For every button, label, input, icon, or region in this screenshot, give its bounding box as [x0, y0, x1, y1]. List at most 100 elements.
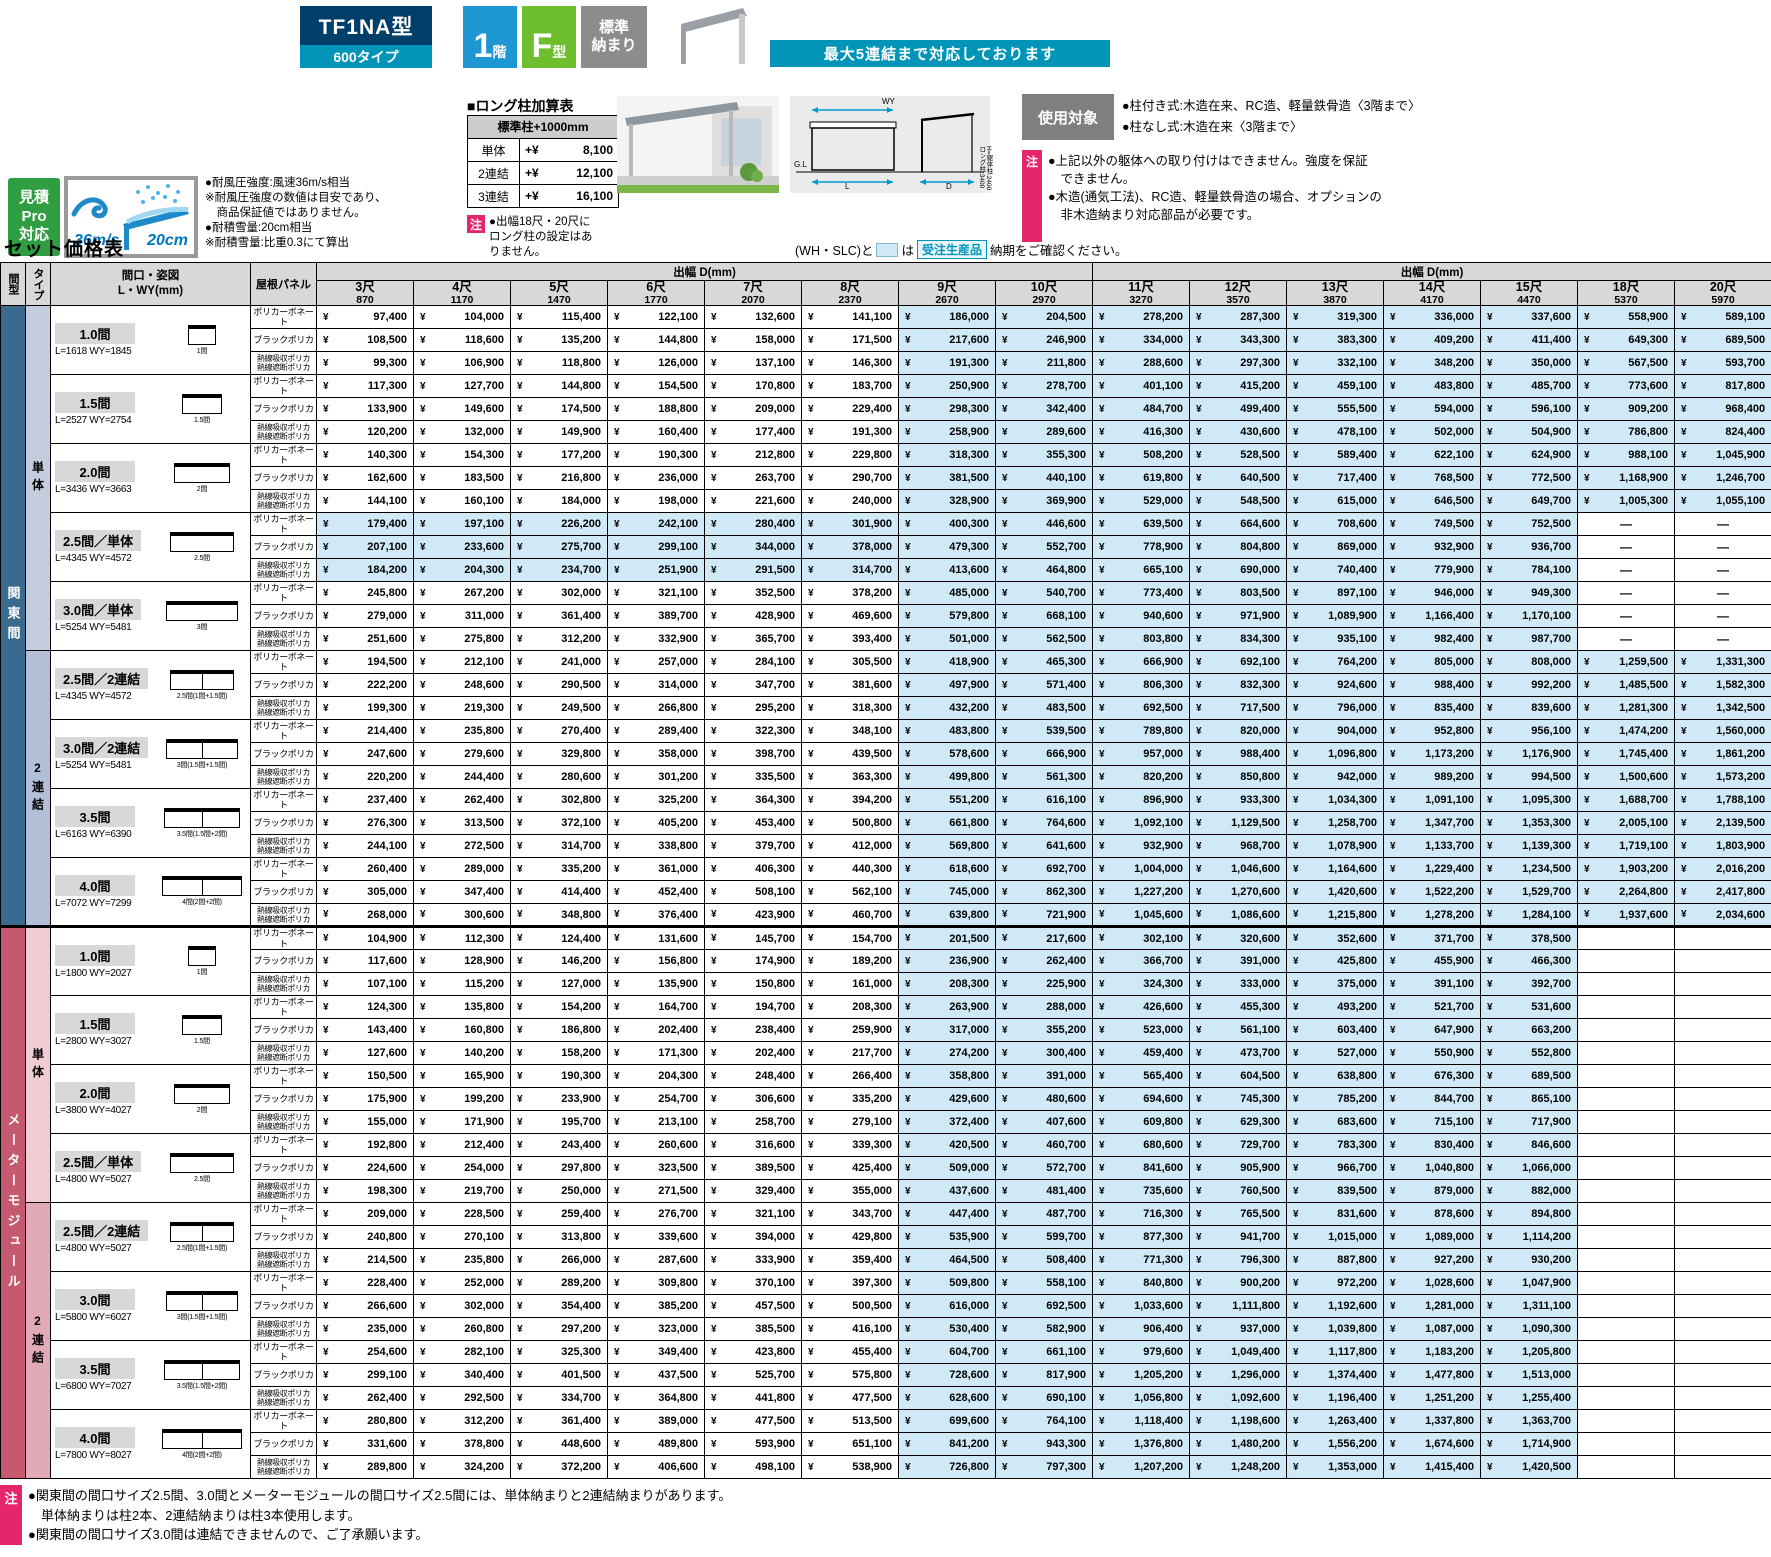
price-value: 305,500 [852, 656, 892, 668]
yen-sign: ¥ [323, 588, 329, 599]
header-depth-col: 15尺4470 [1481, 281, 1578, 306]
price-cell: ¥268,000 [317, 904, 414, 927]
price-value: 266,400 [852, 1070, 892, 1082]
price-cell: ¥941,700 [1190, 1226, 1287, 1249]
price-value: 624,900 [1531, 449, 1571, 461]
price-cell: ¥328,900 [899, 490, 996, 513]
price-inner: ¥1,342,500 [1675, 702, 1771, 714]
price-inner: ¥1,803,900 [1675, 840, 1771, 852]
price-inner: ¥212,100 [414, 656, 510, 668]
price-value: 878,600 [1434, 1208, 1474, 1220]
price-inner: ¥440,300 [802, 863, 898, 875]
price-cell: ¥904,000 [1287, 720, 1384, 743]
void-cell [1675, 1226, 1771, 1249]
price-inner: ¥359,400 [802, 1254, 898, 1266]
price-cell: ¥942,000 [1287, 766, 1384, 789]
yen-sign: ¥ [905, 427, 911, 438]
yen-sign: ¥ [1584, 450, 1590, 461]
price-inner: ¥254,700 [608, 1093, 704, 1105]
price-inner: ¥229,400 [802, 403, 898, 415]
yen-sign: ¥ [808, 358, 814, 369]
price-cell: ¥289,200 [511, 1272, 608, 1295]
price-value: 260,400 [367, 863, 407, 875]
price-cell: ¥726,800 [899, 1456, 996, 1479]
price-inner: ¥879,000 [1384, 1185, 1480, 1197]
price-value: 298,300 [949, 403, 989, 415]
yen-sign: ¥ [1390, 1140, 1396, 1151]
yen-sign: ¥ [1584, 680, 1590, 691]
price-value: 321,100 [755, 1208, 795, 1220]
price-inner: ¥439,500 [802, 748, 898, 760]
price-cell: ¥429,800 [802, 1226, 899, 1249]
price-cell: ¥343,700 [802, 1203, 899, 1226]
yen-sign: ¥ [1681, 335, 1687, 346]
yen-sign: ¥ [1293, 979, 1299, 990]
price-value: 2,417,800 [1716, 886, 1765, 898]
price-value: 190,300 [561, 1070, 601, 1082]
price-cell: ¥459,400 [1093, 1042, 1190, 1065]
price-inner: ¥760,500 [1190, 1185, 1286, 1197]
price-cell: ¥235,800 [414, 1249, 511, 1272]
price-cell: ¥877,300 [1093, 1226, 1190, 1249]
price-inner: ¥596,100 [1481, 403, 1577, 415]
price-value: 764,200 [1337, 656, 1377, 668]
price-cell: ¥392,700 [1481, 973, 1578, 996]
yen-sign: ¥ [323, 956, 329, 967]
price-value: 589,400 [1337, 449, 1377, 461]
price-value: 501,000 [949, 633, 989, 645]
price-inner: ¥441,800 [705, 1392, 801, 1404]
price-cell: ¥312,200 [414, 1410, 511, 1433]
price-inner: ¥616,100 [996, 794, 1092, 806]
price-inner: ¥1,263,400 [1287, 1415, 1383, 1427]
price-inner: ¥786,800 [1578, 426, 1674, 438]
price-value: 483,800 [949, 725, 989, 737]
price-inner: ¥189,200 [802, 955, 898, 967]
price-cell: ¥440,100 [996, 467, 1093, 490]
header-depth-col: 8尺2370 [802, 281, 899, 306]
yen-sign: ¥ [1002, 864, 1008, 875]
yen-sign: ¥ [323, 1002, 329, 1013]
span-diagram: 1.5間 [158, 394, 246, 425]
price-value: 937,000 [1240, 1323, 1280, 1335]
span-diagram-box [182, 394, 222, 414]
price-inner: ¥128,900 [414, 955, 510, 967]
yen-sign: ¥ [711, 1278, 717, 1289]
price-cell: ¥318,300 [802, 697, 899, 720]
yen-sign: ¥ [614, 933, 620, 944]
yen-sign: ¥ [1196, 1232, 1202, 1243]
price-inner: ¥313,500 [414, 817, 510, 829]
model-badge: TF1NA型 600タイプ [300, 6, 432, 68]
yen-sign: ¥ [1390, 979, 1396, 990]
price-cell: ¥628,600 [899, 1387, 996, 1410]
yen-sign: ¥ [420, 956, 426, 967]
yen-sign: ¥ [1196, 841, 1202, 852]
price-inner: ¥1,415,400 [1384, 1461, 1480, 1473]
price-inner: ¥927,200 [1384, 1254, 1480, 1266]
price-value: 428,900 [755, 610, 795, 622]
order-production-note: (WH・SLC)と は 受注生産品 納期をご確認ください。 [795, 240, 1128, 259]
price-row: 3.5間L=6800 WY=70273.5間(1.5間+2間)ポリカーボネート¥… [1, 1341, 1771, 1364]
yen-sign: ¥ [711, 450, 717, 461]
price-value: 288,600 [1143, 357, 1183, 369]
yen-sign: ¥ [1196, 703, 1202, 714]
price-cell: ¥246,900 [996, 329, 1093, 352]
price-inner: ¥324,200 [414, 1461, 510, 1473]
price-inner: ¥817,900 [996, 1369, 1092, 1381]
span-group-info: 4.0間L=7072 WY=7299 [55, 875, 135, 909]
yen-sign: ¥ [808, 611, 814, 622]
yen-sign: ¥ [711, 909, 717, 920]
yen-sign: ¥ [1487, 1370, 1493, 1381]
price-value: 394,200 [852, 794, 892, 806]
span-dimensions: L=4345 WY=4572 [55, 691, 148, 702]
price-inner: ¥224,600 [317, 1162, 413, 1174]
price-value: 258,700 [755, 1116, 795, 1128]
price-value: 192,800 [367, 1139, 407, 1151]
price-value: 752,500 [1531, 518, 1571, 530]
price-cell-empty: — [1578, 605, 1675, 628]
price-cell: ¥485,700 [1481, 375, 1578, 398]
price-value: 302,100 [1143, 933, 1183, 945]
yen-sign: ¥ [323, 565, 329, 576]
yen-sign: ¥ [1196, 726, 1202, 737]
price-inner: ¥191,300 [802, 426, 898, 438]
price-value: 292,500 [464, 1392, 504, 1404]
